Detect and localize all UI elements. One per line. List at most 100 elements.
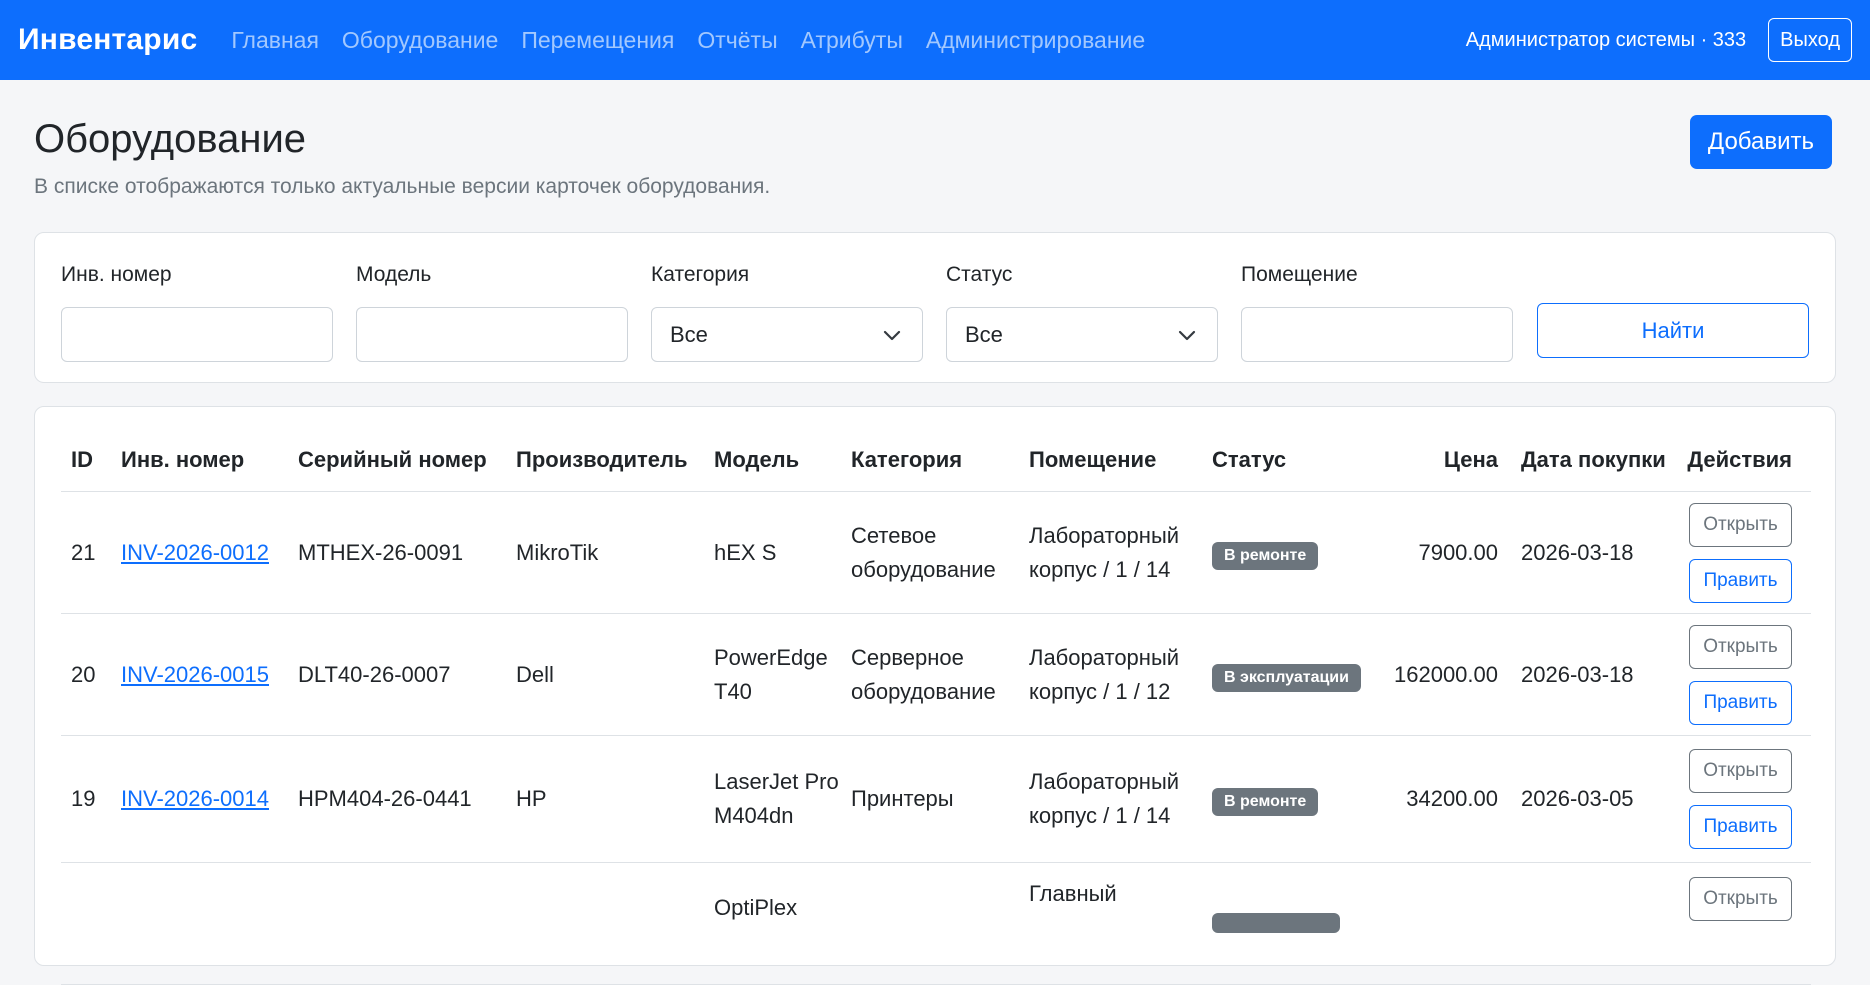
nav-menu: Главная Оборудование Перемещения Отчёты … <box>231 27 1168 54</box>
cell-price: 162000.00 <box>1394 661 1498 687</box>
status-badge <box>1212 913 1340 933</box>
filter-model-input[interactable] <box>356 307 628 362</box>
col-header-actions-label: Действия <box>1687 447 1792 472</box>
filter-model-label: Модель <box>356 263 432 286</box>
cell-id: 20 <box>71 661 96 687</box>
current-user-label: Администратор системы · 333 <box>1465 28 1747 51</box>
filter-status-select[interactable]: Все <box>946 307 1218 362</box>
table-row: 21 INV-2026-0012 MTHEX-26-0091 MikroTik … <box>61 492 1811 614</box>
cell-category: Сетевое оборудование <box>851 522 996 582</box>
cell-maker: MikroTik <box>516 539 599 565</box>
nav-link-reports[interactable]: Отчёты <box>697 27 777 54</box>
open-button[interactable]: Открыть <box>1689 624 1792 669</box>
edit-button[interactable]: Править <box>1689 680 1792 725</box>
cell-id: 21 <box>71 539 96 565</box>
cell-room: Лабораторный корпус / 1 / 12 <box>1029 644 1180 704</box>
cell-model: OptiPlex <box>714 895 798 920</box>
row-actions: Открыть Править <box>1672 502 1802 603</box>
chevron-down-icon <box>1178 330 1196 341</box>
col-header-price[interactable]: Цена <box>1386 443 1498 477</box>
cell-date: 2026-03-05 <box>1521 786 1634 811</box>
filter-inv-input[interactable] <box>61 307 333 362</box>
open-button[interactable]: Открыть <box>1689 502 1792 547</box>
cell-serial: MTHEX-26-0091 <box>298 539 464 565</box>
col-header-serial[interactable]: Серийный номер <box>298 443 516 477</box>
filter-row: Инв. номер Модель Категория Все Статус В… <box>61 263 1513 362</box>
status-badge: В ремонте <box>1212 541 1319 570</box>
page-subtitle: В списке отображаются только актуальные … <box>34 175 771 198</box>
cell-price: 34200.00 <box>1406 786 1498 811</box>
cell-serial: HPM404-26-0441 <box>298 786 472 811</box>
cell-room: Лабораторный корпус / 1 / 14 <box>1029 769 1180 828</box>
nav-link-attributes[interactable]: Атрибуты <box>801 27 903 54</box>
inv-number-link[interactable]: INV-2026-0014 <box>121 786 269 811</box>
cell-maker: Dell <box>516 661 554 687</box>
col-header-inv[interactable]: Инв. номер <box>121 443 298 477</box>
nav-link-movements[interactable]: Перемещения <box>521 27 674 54</box>
filter-room-input[interactable] <box>1241 307 1513 362</box>
filter-status-label: Статус <box>946 263 1013 286</box>
equipment-table-card: ID Инв. номер Серийный номер Производите… <box>34 406 1836 985</box>
filter-category-label: Категория <box>651 263 750 286</box>
col-header-room[interactable]: Помещение <box>1029 443 1212 477</box>
table-row: 19 INV-2026-0014 HPM404-26-0441 HP Laser… <box>61 736 1811 863</box>
nav-right: Администратор системы · 333 Выход <box>1466 18 1852 62</box>
col-header-status[interactable]: Статус <box>1212 443 1386 477</box>
cell-model: hEX S <box>714 539 777 565</box>
cell-room: Лабораторный корпус / 1 / 14 <box>1029 522 1180 582</box>
nav-link-admin[interactable]: Администрирование <box>926 27 1145 54</box>
filter-category-group: Категория Все <box>651 263 923 362</box>
filter-status-value: Все <box>965 321 1003 347</box>
cell-category: Принтеры <box>851 786 954 811</box>
col-header-date[interactable]: Дата покупки <box>1498 443 1672 477</box>
filter-room-label: Помещение <box>1241 263 1358 286</box>
top-navbar: Инвентарис Главная Оборудование Перемеще… <box>0 0 1870 80</box>
row-actions: Открыть <box>1672 877 1802 921</box>
cell-model: LaserJet Pro M404dn <box>714 769 839 828</box>
status-badge: В эксплуатации <box>1212 663 1361 692</box>
filter-status-group: Статус Все <box>946 263 1218 362</box>
table-row: OptiPlex Главный Открыть <box>61 863 1811 985</box>
nav-link-equipment[interactable]: Оборудование <box>342 27 498 54</box>
cell-room: Главный <box>1029 881 1117 906</box>
inv-number-link[interactable]: INV-2026-0012 <box>121 540 269 565</box>
col-header-actions: Действия <box>1672 443 1802 477</box>
table-header-row: ID Инв. номер Серийный номер Производите… <box>61 407 1811 492</box>
cell-maker: HP <box>516 786 547 811</box>
cell-category: Серверное оборудование <box>851 644 996 704</box>
page-title: Оборудование <box>34 117 307 161</box>
filter-category-value: Все <box>670 321 708 347</box>
row-actions: Открыть Править <box>1672 749 1802 849</box>
brand-logo[interactable]: Инвентарис <box>18 23 197 57</box>
cell-date: 2026-03-18 <box>1521 539 1634 565</box>
cell-model: PowerEdge T40 <box>714 644 828 704</box>
status-badge: В ремонте <box>1212 788 1319 816</box>
edit-button[interactable]: Править <box>1689 558 1792 603</box>
open-button[interactable]: Открыть <box>1689 749 1792 793</box>
inv-number-link[interactable]: INV-2026-0015 <box>121 662 269 687</box>
col-header-maker[interactable]: Производитель <box>516 443 714 477</box>
col-header-category[interactable]: Категория <box>851 443 1029 477</box>
filter-inv-label: Инв. номер <box>61 263 172 286</box>
logout-button[interactable]: Выход <box>1768 18 1852 62</box>
filter-room-group: Помещение <box>1241 263 1513 362</box>
filter-inv-group: Инв. номер <box>61 263 333 362</box>
table-row: 20 INV-2026-0015 DLT40-26-0007 Dell Powe… <box>61 614 1811 736</box>
filter-card: Инв. номер Модель Категория Все Статус В… <box>34 232 1836 383</box>
col-header-model[interactable]: Модель <box>714 443 851 477</box>
cell-date: 2026-03-18 <box>1521 661 1634 687</box>
chevron-down-icon <box>883 330 901 341</box>
cell-price: 7900.00 <box>1418 539 1498 565</box>
nav-link-home[interactable]: Главная <box>231 27 319 54</box>
row-actions: Открыть Править <box>1672 624 1802 725</box>
cell-serial: DLT40-26-0007 <box>298 661 451 687</box>
cell-id: 19 <box>71 786 96 811</box>
equipment-table: ID Инв. номер Серийный номер Производите… <box>61 407 1811 985</box>
find-button[interactable]: Найти <box>1537 303 1809 358</box>
filter-category-select[interactable]: Все <box>651 307 923 362</box>
edit-button[interactable]: Править <box>1689 805 1792 849</box>
add-equipment-button[interactable]: Добавить <box>1689 115 1832 169</box>
open-button[interactable]: Открыть <box>1689 877 1792 921</box>
filter-model-group: Модель <box>356 263 628 362</box>
col-header-id[interactable]: ID <box>61 443 121 477</box>
